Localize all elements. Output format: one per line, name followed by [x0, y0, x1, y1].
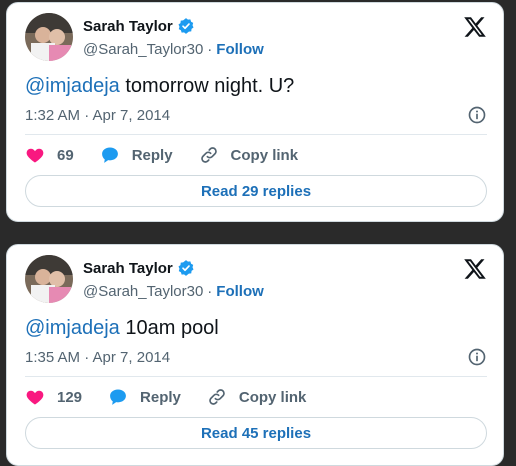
mention-link[interactable]: @imjadeja	[25, 317, 120, 339]
verified-badge-icon	[178, 18, 194, 34]
verified-badge-icon	[178, 260, 194, 276]
avatar[interactable]	[25, 255, 73, 303]
tweet-card: Sarah Taylor @Sarah_Taylor30 · Follow @i…	[6, 2, 504, 222]
tweet-body: tomorrow night. U?	[119, 75, 295, 97]
action-bar: 69 Reply Copy link	[25, 145, 324, 165]
divider	[25, 376, 487, 377]
info-icon[interactable]	[467, 347, 487, 367]
heart-icon	[26, 390, 44, 405]
speech-bubble-icon	[101, 147, 118, 163]
copy-link-label: Copy link	[230, 146, 299, 164]
copy-link-button[interactable]: Copy link	[199, 145, 299, 165]
reply-label: Reply	[131, 146, 173, 164]
divider	[25, 134, 487, 135]
x-logo-icon[interactable]	[463, 257, 487, 281]
separator: ·	[207, 41, 213, 58]
info-icon[interactable]	[467, 105, 487, 125]
link-icon	[200, 147, 217, 163]
mention-link[interactable]: @imjadeja	[25, 75, 120, 97]
reply-button[interactable]: Reply	[108, 387, 181, 407]
read-replies-button[interactable]: Read 29 replies	[25, 175, 487, 207]
separator: ·	[207, 283, 213, 300]
reply-label: Reply	[140, 388, 181, 406]
x-logo-icon[interactable]	[463, 15, 487, 39]
like-count: 69	[57, 146, 74, 164]
tweet-body: 10am pool	[119, 317, 219, 339]
author-handle[interactable]: @Sarah_Taylor30	[83, 283, 203, 300]
like-button[interactable]: 129	[25, 387, 82, 407]
link-icon	[209, 389, 225, 405]
follow-button[interactable]: Follow	[216, 283, 264, 300]
copy-link-label: Copy link	[238, 388, 307, 406]
follow-button[interactable]: Follow	[216, 41, 264, 58]
like-button[interactable]: 69	[25, 145, 74, 165]
author-handle[interactable]: @Sarah_Taylor30	[83, 41, 203, 58]
read-replies-button[interactable]: Read 45 replies	[25, 417, 487, 449]
author-name[interactable]: Sarah Taylor	[83, 260, 173, 277]
action-bar: 129 Reply Copy link	[25, 387, 332, 407]
reply-button[interactable]: Reply	[100, 145, 173, 165]
avatar[interactable]	[25, 13, 73, 61]
tweet-text: @imjadeja 10am pool	[25, 317, 219, 340]
speech-bubble-icon	[110, 389, 126, 405]
tweet-timestamp[interactable]: 1:35 AM · Apr 7, 2014	[25, 349, 170, 366]
copy-link-button[interactable]: Copy link	[207, 387, 307, 407]
tweet-card: Sarah Taylor @Sarah_Taylor30 · Follow @i…	[6, 244, 504, 466]
heart-icon	[26, 148, 44, 163]
like-count: 129	[57, 388, 83, 406]
tweet-text: @imjadeja tomorrow night. U?	[25, 75, 294, 98]
author-name[interactable]: Sarah Taylor	[83, 18, 173, 35]
tweet-timestamp[interactable]: 1:32 AM · Apr 7, 2014	[25, 107, 170, 124]
